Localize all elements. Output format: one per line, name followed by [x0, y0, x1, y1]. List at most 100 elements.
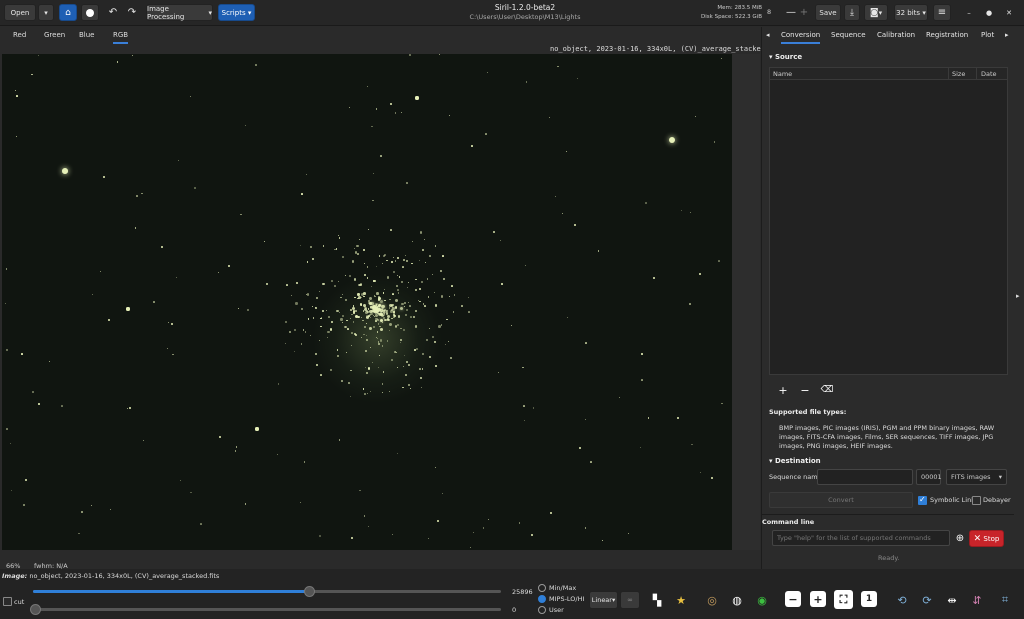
histogram-button[interactable]: ▚ [648, 591, 666, 609]
star [9, 443, 11, 444]
open-menu-button[interactable]: ▾ [38, 4, 54, 21]
astrometry-button[interactable]: ◎ [703, 591, 721, 609]
main-menu-button[interactable]: ≡ [933, 4, 951, 21]
star [648, 417, 650, 419]
zoom-out-button[interactable]: − [785, 591, 801, 607]
star [406, 309, 408, 311]
star [428, 296, 430, 298]
zoom-out-button[interactable]: — [784, 4, 798, 21]
camera-icon: ◙ [869, 7, 879, 18]
debayer-checkbox[interactable] [972, 496, 981, 505]
star [689, 303, 691, 305]
tab-registration[interactable]: Registration [926, 31, 968, 39]
column-date[interactable]: Date [981, 70, 997, 78]
psf-button[interactable]: ★ [672, 591, 690, 609]
tab-red[interactable]: Red [13, 31, 26, 39]
save-as-button[interactable]: ⤓ [844, 4, 860, 21]
star [557, 65, 559, 68]
tab-plot[interactable]: Plot [981, 31, 994, 39]
source-file-table[interactable]: Name Size Date [769, 67, 1008, 375]
column-name[interactable]: Name [773, 70, 792, 78]
destination-section-header[interactable]: ▾ Destination [769, 457, 821, 465]
output-type-select[interactable]: FITS images ▾ [946, 469, 1007, 485]
low-slider-handle[interactable] [30, 604, 41, 615]
divider [762, 514, 1015, 515]
convert-button[interactable]: Convert [769, 492, 913, 508]
zoom-in-button[interactable]: + [810, 591, 826, 607]
bit-depth-selector[interactable]: 32 bits ▾ [894, 4, 928, 21]
grid-button[interactable]: ◍ [728, 591, 746, 609]
close-button[interactable]: ✕ [1002, 4, 1016, 21]
symbolic-link-checkbox[interactable]: ✓ [918, 495, 927, 505]
stop-button[interactable]: ✕ Stop [969, 530, 1004, 547]
link-channels-button[interactable]: ∞ [620, 591, 640, 609]
zoom-100-button[interactable]: 1 [861, 591, 877, 607]
add-files-button[interactable]: + [774, 381, 792, 399]
cut-checkbox[interactable] [3, 597, 12, 606]
star [396, 289, 399, 291]
cut-label: cut [14, 598, 25, 606]
tabs-scroll-left-icon[interactable]: ◂ [766, 31, 770, 39]
star [171, 353, 174, 356]
tab-calibration[interactable]: Calibration [877, 31, 915, 39]
low-cutoff-slider[interactable] [33, 608, 501, 611]
start-index-input[interactable]: 00001 [916, 469, 942, 485]
star [312, 258, 314, 260]
clear-list-button[interactable]: ⌫ [818, 381, 836, 399]
crop-button[interactable]: ⌗ [996, 591, 1014, 609]
undo-button[interactable]: ↶ [105, 4, 121, 21]
command-help-button[interactable]: ⊕ [951, 529, 969, 547]
zoom-in-button[interactable]: + [798, 4, 810, 21]
star [21, 353, 23, 355]
star [341, 314, 344, 317]
tabs-scroll-right-icon[interactable]: ▸ [1005, 31, 1009, 39]
mirror-x-button[interactable]: ⇹ [943, 591, 961, 609]
rotate-left-button[interactable]: ⟲ [893, 591, 911, 609]
star [449, 115, 451, 117]
hamburger-icon: ≡ [937, 7, 947, 18]
save-button[interactable]: Save [815, 4, 841, 21]
minimize-button[interactable]: – [962, 4, 976, 21]
star [394, 112, 397, 114]
star [485, 133, 488, 136]
tab-green[interactable]: Green [44, 31, 65, 39]
star [440, 295, 443, 298]
remove-file-button[interactable]: − [796, 381, 814, 399]
livestack-button[interactable] [81, 4, 99, 21]
tab-conversion[interactable]: Conversion [781, 31, 821, 44]
command-input[interactable]: Type "help" for the list of supported co… [772, 530, 950, 546]
rotate-right-button[interactable]: ⟳ [918, 591, 936, 609]
star [628, 532, 630, 534]
mirror-y-button[interactable]: ⇵ [968, 591, 986, 609]
image-viewer[interactable] [2, 54, 732, 550]
tab-rgb[interactable]: RGB [113, 31, 129, 44]
sequence-name-input[interactable] [817, 469, 913, 485]
star [393, 271, 396, 273]
high-cutoff-slider[interactable] [33, 590, 501, 593]
tab-sequence[interactable]: Sequence [831, 31, 866, 39]
star [357, 293, 360, 296]
source-section-header[interactable]: ▾ Source [769, 53, 802, 61]
annotation-button[interactable]: ◉ [753, 591, 771, 609]
high-slider-handle[interactable] [304, 586, 316, 597]
user-label: User [549, 606, 564, 614]
user-radio[interactable] [538, 606, 546, 614]
panel-toggle-strip[interactable]: ▸ [1014, 27, 1024, 569]
tab-blue[interactable]: Blue [79, 31, 95, 39]
column-size[interactable]: Size [952, 70, 965, 78]
snapshot-button[interactable]: ◙ ▾ [864, 4, 888, 21]
home-button[interactable]: ⌂ [59, 4, 77, 21]
star [721, 402, 723, 405]
star [431, 335, 434, 338]
open-button[interactable]: Open [4, 4, 36, 21]
scripts-menu[interactable]: Scripts ▾ [218, 4, 255, 21]
mips-radio[interactable] [538, 595, 546, 603]
star [176, 277, 177, 279]
image-processing-menu[interactable]: Image Processing ▾ [146, 4, 213, 21]
minmax-radio[interactable] [538, 584, 546, 592]
maximize-button[interactable]: ● [982, 4, 996, 21]
zoom-fit-button[interactable]: ⛶ [834, 590, 853, 609]
redo-button[interactable]: ↷ [124, 4, 140, 21]
star [351, 331, 354, 334]
stretch-select[interactable]: Linear ▾ [589, 591, 618, 609]
